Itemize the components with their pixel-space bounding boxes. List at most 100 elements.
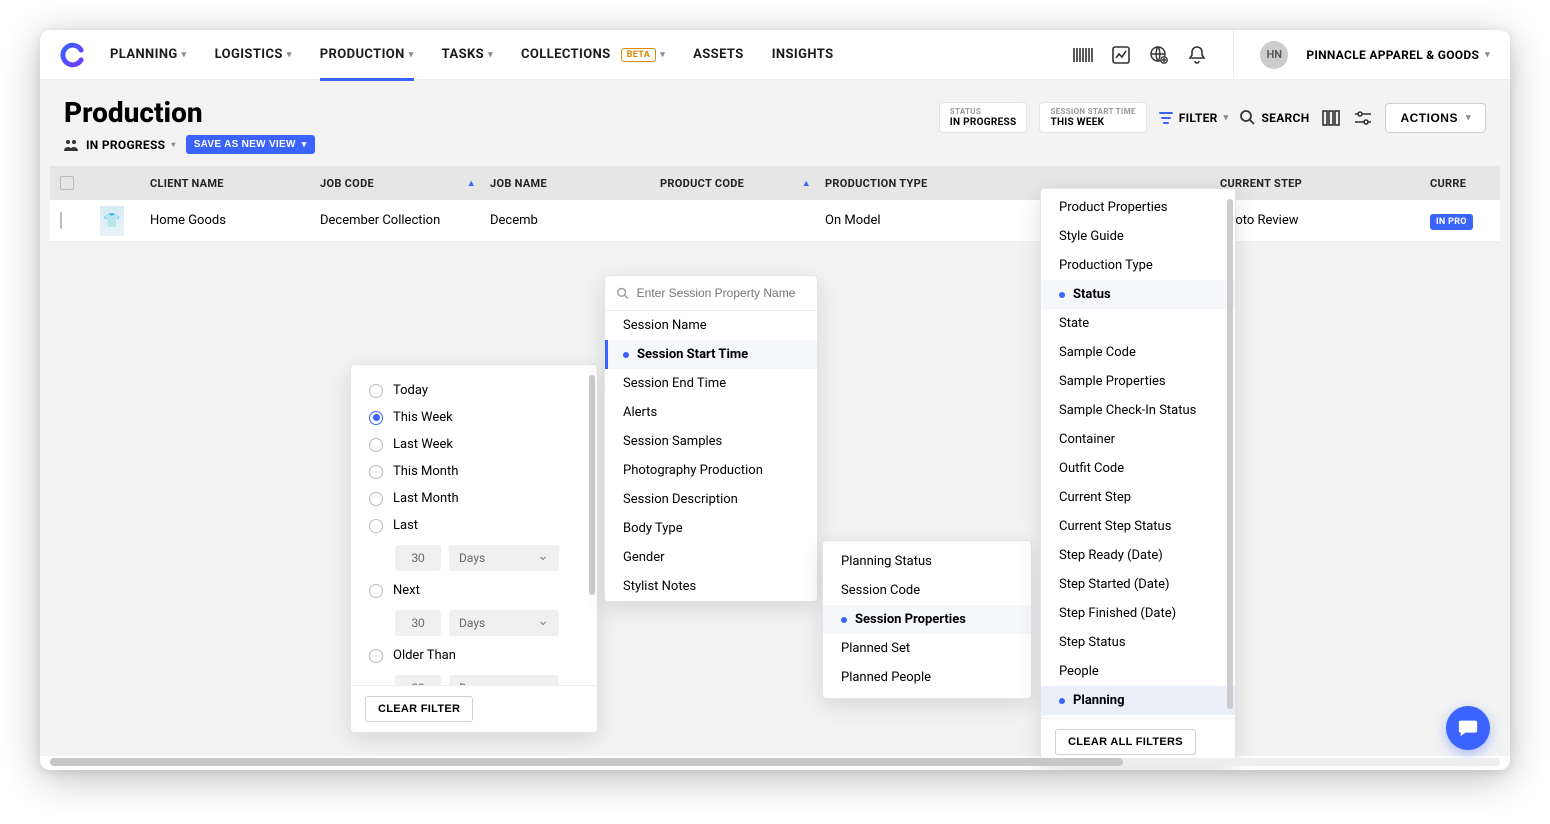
user-avatar[interactable]: HN xyxy=(1260,41,1288,69)
org-switcher[interactable]: PINNACLE APPAREL & GOODS ▾ xyxy=(1306,48,1490,62)
filter-chip-status[interactable]: STATUS IN PROGRESS xyxy=(939,102,1028,133)
radio[interactable] xyxy=(369,438,383,452)
filter-category-item[interactable]: Current Step xyxy=(1041,483,1235,512)
col-jobcode[interactable]: JOB CODE▲ xyxy=(320,177,490,190)
save-view-button[interactable]: SAVE AS NEW VIEW ▾ xyxy=(186,135,315,154)
select-all-checkbox[interactable] xyxy=(60,176,74,190)
time-unit-select[interactable]: Days xyxy=(449,675,559,685)
col-prodcode[interactable]: PRODUCT CODE▲ xyxy=(660,177,825,190)
nav-item-logistics[interactable]: LOGISTICS▾ xyxy=(215,30,292,80)
filter-category-item[interactable]: Production Type xyxy=(1041,251,1235,280)
col-prodtype[interactable]: PRODUCTION TYPE xyxy=(825,177,985,190)
time-option[interactable]: Next xyxy=(351,577,597,604)
filter-category-item[interactable]: Sample Properties xyxy=(1041,367,1235,396)
row-checkbox[interactable] xyxy=(60,212,62,229)
sliders-icon[interactable] xyxy=(1353,108,1373,128)
table-row[interactable]: 👕 Home Goods December Collection Decemb … xyxy=(50,200,1500,242)
filter-chip-session-start[interactable]: SESSION START TIME THIS WEEK xyxy=(1039,102,1146,133)
session-property-search[interactable] xyxy=(637,286,805,300)
time-option[interactable]: Last Week xyxy=(351,431,597,458)
col-jobname[interactable]: JOB NAME xyxy=(490,177,660,190)
filter-category-item[interactable]: Planning xyxy=(1041,686,1235,715)
globe-settings-icon[interactable] xyxy=(1149,45,1169,65)
planning-sub-item[interactable]: Planned Set xyxy=(823,634,1031,663)
session-property-item[interactable]: Session Name xyxy=(605,311,817,340)
radio[interactable] xyxy=(369,519,383,533)
col-currentstepstatus[interactable]: CURRE xyxy=(1430,177,1500,190)
app-logo[interactable] xyxy=(60,42,86,68)
planning-sub-item[interactable]: Session Properties xyxy=(823,605,1031,634)
filter-category-item[interactable]: Current Step Status xyxy=(1041,512,1235,541)
cell-jobcode: December Collection xyxy=(320,213,490,228)
filter-category-item[interactable]: Outfit Code xyxy=(1041,454,1235,483)
planning-sub-item[interactable]: Session Code xyxy=(823,576,1031,605)
filter-category-item[interactable]: Sample Check-In Status xyxy=(1041,396,1235,425)
clear-filter-button[interactable]: CLEAR FILTER xyxy=(365,696,473,722)
nav-item-insights[interactable]: INSIGHTS xyxy=(772,30,834,80)
time-option[interactable]: Today xyxy=(351,377,597,404)
radio[interactable] xyxy=(369,649,383,663)
filter-category-item[interactable]: Style Guide xyxy=(1041,222,1235,251)
session-property-item[interactable]: Session Description xyxy=(605,485,817,514)
search-button[interactable]: SEARCH xyxy=(1240,110,1309,125)
radio[interactable] xyxy=(369,584,383,598)
filter-category-item[interactable]: Step Ready (Date) xyxy=(1041,541,1235,570)
filter-chip-label: SESSION START TIME xyxy=(1050,107,1135,116)
top-nav: PLANNING▾ LOGISTICS▾ PRODUCTION▾ TASKS▾ COLL… xyxy=(40,30,1510,80)
filter-category-item[interactable]: Container xyxy=(1041,425,1235,454)
filter-category-item[interactable]: Step Status xyxy=(1041,628,1235,657)
session-property-item[interactable]: Session Samples xyxy=(605,427,817,456)
actions-button[interactable]: ACTIONS ▾ xyxy=(1385,103,1486,133)
planning-sub-item[interactable]: Planning Status xyxy=(823,547,1031,576)
filter-category-item[interactable]: Status xyxy=(1041,280,1235,309)
nav-item-collections[interactable]: COLLECTIONSBETA▾ xyxy=(521,30,665,80)
time-option[interactable]: Last xyxy=(351,512,597,539)
filter-category-item[interactable]: People xyxy=(1041,657,1235,686)
time-option[interactable]: This Month xyxy=(351,458,597,485)
view-switcher[interactable]: IN PROGRESS ▾ xyxy=(64,138,176,152)
session-property-item[interactable]: Session Start Time xyxy=(605,340,817,369)
radio[interactable] xyxy=(369,465,383,479)
session-property-item[interactable]: Session End Time xyxy=(605,369,817,398)
nav-item-assets[interactable]: ASSETS xyxy=(693,30,744,80)
filter-category-item[interactable]: Sample Code xyxy=(1041,338,1235,367)
chart-icon[interactable] xyxy=(1111,45,1131,65)
nav-item-production[interactable]: PRODUCTION▾ xyxy=(320,30,414,80)
nav-item-planning[interactable]: PLANNING▾ xyxy=(110,30,187,80)
filter-category-item[interactable]: Product Properties xyxy=(1041,193,1235,222)
time-count-input[interactable] xyxy=(395,610,441,636)
filter-button[interactable]: FILTER ▾ xyxy=(1159,111,1229,125)
bell-icon[interactable] xyxy=(1187,45,1207,65)
session-property-item[interactable]: Stylist Notes xyxy=(605,572,817,601)
radio[interactable] xyxy=(369,411,383,425)
time-unit-select[interactable]: Days xyxy=(449,545,559,571)
filter-category-item[interactable]: State xyxy=(1041,309,1235,338)
nav-item-tasks[interactable]: TASKS▾ xyxy=(442,30,493,80)
filter-category-item[interactable]: Step Finished (Date) xyxy=(1041,599,1235,628)
filter-category-item[interactable]: Step Started (Date) xyxy=(1041,570,1235,599)
time-option[interactable]: Older Than xyxy=(351,642,597,669)
session-property-item[interactable]: Alerts xyxy=(605,398,817,427)
radio[interactable] xyxy=(369,492,383,506)
time-count-input[interactable] xyxy=(395,545,441,571)
time-option[interactable]: Last Month xyxy=(351,485,597,512)
clear-all-filters-button[interactable]: CLEAR ALL FILTERS xyxy=(1055,729,1196,755)
horizontal-scrollbar[interactable] xyxy=(50,758,1500,766)
time-unit-select[interactable]: Days xyxy=(449,610,559,636)
col-currentstep[interactable]: CURRENT STEP xyxy=(1220,177,1430,190)
radio[interactable] xyxy=(369,384,383,398)
time-count-input[interactable] xyxy=(395,675,441,685)
columns-icon[interactable] xyxy=(1321,108,1341,128)
chat-launcher[interactable] xyxy=(1446,706,1490,750)
barcode-icon[interactable] xyxy=(1073,45,1093,65)
filter-chip-label: STATUS xyxy=(950,107,1017,116)
col-client[interactable]: CLIENT NAME xyxy=(150,177,320,190)
planning-sub-item[interactable]: Planned People xyxy=(823,663,1031,692)
product-thumbnail[interactable]: 👕 xyxy=(100,206,124,236)
session-property-item[interactable]: Photography Production xyxy=(605,456,817,485)
caret-down-icon: ▾ xyxy=(1466,112,1471,123)
save-view-label: SAVE AS NEW VIEW xyxy=(194,139,296,150)
time-option[interactable]: This Week xyxy=(351,404,597,431)
session-property-item[interactable]: Gender xyxy=(605,543,817,572)
session-property-item[interactable]: Body Type xyxy=(605,514,817,543)
